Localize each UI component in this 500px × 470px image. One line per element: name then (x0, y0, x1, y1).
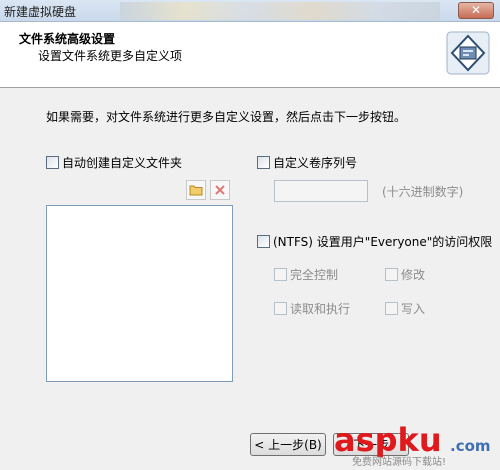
page-subtitle: 设置文件系统更多自定义项 (38, 49, 183, 63)
custom-folder-list[interactable] (46, 205, 233, 382)
checkbox-box[interactable] (257, 156, 270, 169)
checkbox-box[interactable] (274, 302, 287, 315)
auto-create-folder-checkbox[interactable]: 自动创建自定义文件夹 (46, 154, 182, 171)
modify-label: 修改 (401, 268, 426, 282)
taskbar-blur-strip (120, 2, 440, 20)
back-button[interactable]: < 上一步(B) (250, 433, 326, 456)
modify-checkbox[interactable]: 修改 (385, 266, 425, 283)
checkbox-box[interactable] (46, 156, 59, 169)
watermark-tagline: 免费网站源码下载站! (352, 455, 446, 468)
hex-hint: (十六进制数字) (382, 185, 464, 199)
checkbox-box[interactable] (257, 235, 270, 248)
custom-serial-checkbox[interactable]: 自定义卷序列号 (257, 154, 357, 171)
delete-x-icon (215, 185, 225, 195)
watermark-brand: aspku (334, 421, 442, 459)
add-folder-button[interactable] (186, 180, 206, 200)
serial-number-input[interactable] (274, 180, 368, 202)
folder-icon (189, 185, 203, 196)
checkbox-box[interactable] (385, 302, 398, 315)
checkbox-box[interactable] (274, 268, 287, 281)
auto-create-folder-label: 自动创建自定义文件夹 (62, 156, 183, 170)
ntfs-permission-label: (NTFS) 设置用户"Everyone"的访问权限 (273, 235, 493, 249)
checkbox-box[interactable] (385, 268, 398, 281)
close-button[interactable]: ✕ (458, 2, 494, 19)
instruction-text: 如果需要，对文件系统进行更多自定义设置，然后点击下一步按钮。 (46, 110, 407, 124)
full-control-checkbox[interactable]: 完全控制 (274, 266, 338, 283)
write-checkbox[interactable]: 写入 (385, 300, 425, 317)
full-control-label: 完全控制 (290, 268, 339, 282)
delete-folder-button[interactable] (210, 180, 230, 200)
wizard-header: 文件系统高级设置 设置文件系统更多自定义项 (0, 22, 500, 88)
custom-serial-label: 自定义卷序列号 (273, 156, 358, 170)
write-label: 写入 (401, 302, 426, 316)
window-title: 新建虚拟硬盘 (4, 5, 77, 19)
read-execute-label: 读取和执行 (290, 302, 351, 316)
ntfs-permission-checkbox[interactable]: (NTFS) 设置用户"Everyone"的访问权限 (257, 233, 492, 250)
page-title: 文件系统高级设置 (19, 32, 116, 46)
watermark-logo: aspku .com 免费网站源码下载站! (334, 421, 491, 468)
read-execute-checkbox[interactable]: 读取和执行 (274, 300, 350, 317)
watermark-domain: .com (450, 437, 491, 455)
title-bar: 新建虚拟硬盘 ✕ (0, 0, 500, 22)
disk-wizard-icon (446, 31, 490, 75)
